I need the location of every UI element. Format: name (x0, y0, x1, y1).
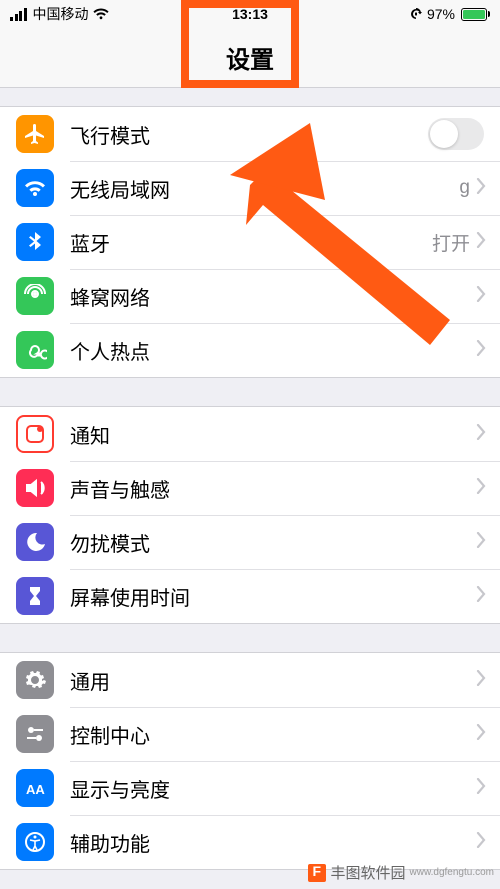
watermark-name: 丰图软件园 (330, 862, 405, 883)
chevron-right-icon (476, 724, 486, 745)
dnd-row[interactable]: 勿扰模式 (0, 515, 500, 569)
bluetooth-row[interactable]: 蓝牙 打开 (0, 215, 500, 269)
chevron-right-icon (476, 478, 486, 499)
watermark: 丰图软件园 www.dgfengtu.com (308, 862, 494, 883)
wifi-row[interactable]: 无线局域网 g (0, 161, 500, 215)
wifi-label: 无线局域网 (70, 174, 459, 203)
watermark-url: www.dgfengtu.com (410, 867, 495, 878)
wifi-icon (16, 169, 54, 207)
sounds-row[interactable]: 声音与触感 (0, 461, 500, 515)
gear-icon (16, 661, 54, 699)
accessibility-icon (16, 823, 54, 861)
settings-group-alerts: 通知 声音与触感 勿扰模式 屏幕使用时间 (0, 406, 500, 624)
settings-screen: 中国移动 13:13 97% 设置 飞行模式 (0, 0, 500, 889)
settings-group-general: 通用 控制中心 AA 显示与亮度 辅助功能 (0, 652, 500, 870)
settings-group-connectivity: 飞行模式 无线局域网 g 蓝牙 打开 蜂窝网络 (0, 106, 500, 378)
watermark-logo-icon (308, 864, 326, 882)
hotspot-label: 个人热点 (70, 336, 476, 365)
chevron-right-icon (476, 778, 486, 799)
sliders-icon (16, 715, 54, 753)
display-icon: AA (16, 769, 54, 807)
chevron-right-icon (476, 532, 486, 553)
hotspot-icon (16, 331, 54, 369)
sounds-label: 声音与触感 (70, 474, 476, 503)
airplane-mode-row[interactable]: 飞行模式 (0, 107, 500, 161)
svg-text:AA: AA (26, 782, 45, 797)
status-bar: 中国移动 13:13 97% (0, 0, 500, 28)
cellular-icon (16, 277, 54, 315)
display-row[interactable]: AA 显示与亮度 (0, 761, 500, 815)
bluetooth-icon (16, 223, 54, 261)
sounds-icon (16, 469, 54, 507)
accessibility-row[interactable]: 辅助功能 (0, 815, 500, 869)
chevron-right-icon (476, 832, 486, 853)
nav-bar: 设置 (0, 28, 500, 88)
notifications-label: 通知 (70, 420, 476, 449)
cellular-row[interactable]: 蜂窝网络 (0, 269, 500, 323)
bluetooth-value: 打开 (432, 229, 470, 256)
moon-icon (16, 523, 54, 561)
battery-icon (459, 8, 490, 21)
chevron-right-icon (476, 670, 486, 691)
bluetooth-label: 蓝牙 (70, 228, 432, 257)
controlcenter-label: 控制中心 (70, 720, 476, 749)
notifications-icon (16, 415, 54, 453)
screentime-row[interactable]: 屏幕使用时间 (0, 569, 500, 623)
airplane-label: 飞行模式 (70, 120, 428, 149)
hourglass-icon (16, 577, 54, 615)
notifications-row[interactable]: 通知 (0, 407, 500, 461)
general-label: 通用 (70, 666, 476, 695)
general-row[interactable]: 通用 (0, 653, 500, 707)
screentime-label: 屏幕使用时间 (70, 582, 476, 611)
page-title: 设置 (226, 40, 274, 75)
wifi-value: g (459, 177, 470, 199)
display-label: 显示与亮度 (70, 774, 476, 803)
chevron-right-icon (476, 178, 486, 199)
airplane-toggle[interactable] (428, 118, 484, 150)
chevron-right-icon (476, 340, 486, 361)
status-time: 13:13 (0, 6, 500, 22)
controlcenter-row[interactable]: 控制中心 (0, 707, 500, 761)
chevron-right-icon (476, 424, 486, 445)
dnd-label: 勿扰模式 (70, 528, 476, 557)
chevron-right-icon (476, 286, 486, 307)
airplane-icon (16, 115, 54, 153)
chevron-right-icon (476, 232, 486, 253)
hotspot-row[interactable]: 个人热点 (0, 323, 500, 377)
cellular-label: 蜂窝网络 (70, 282, 476, 311)
accessibility-label: 辅助功能 (70, 828, 476, 857)
chevron-right-icon (476, 586, 486, 607)
